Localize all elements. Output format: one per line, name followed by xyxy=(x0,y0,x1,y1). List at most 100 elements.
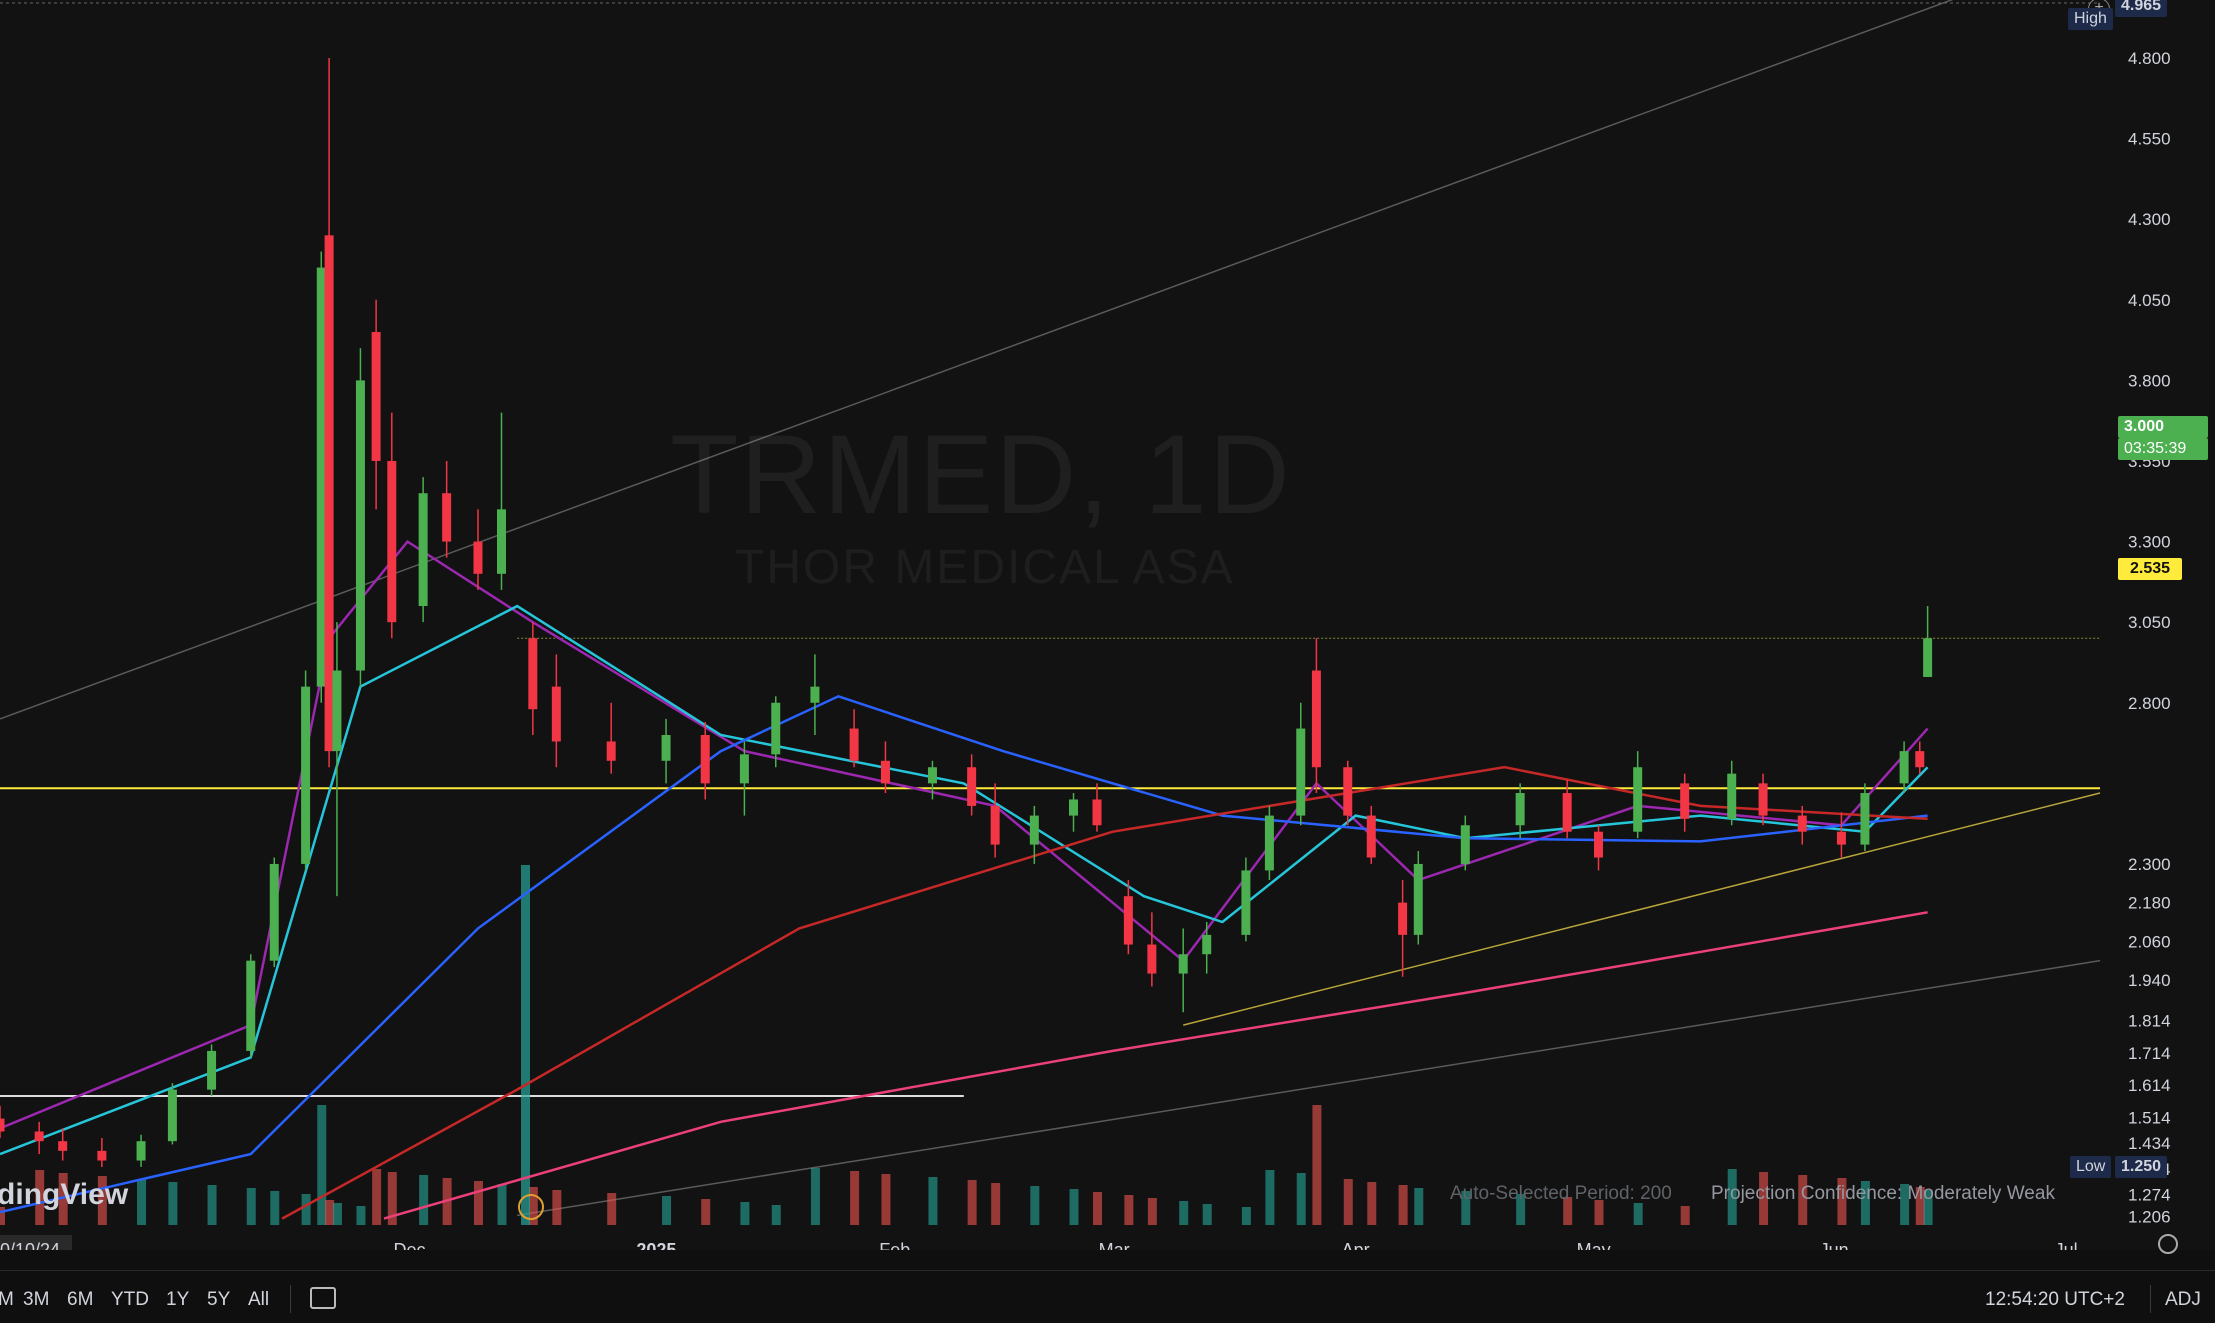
tradingview-logo: TradingView xyxy=(0,1178,129,1211)
candle-body xyxy=(1758,783,1768,816)
settings-gear-icon[interactable] xyxy=(2158,1234,2178,1254)
price-axis-label: 2.300 xyxy=(2128,855,2171,874)
candle-body xyxy=(1123,896,1133,945)
volume-bar xyxy=(497,1184,507,1225)
range-button-ytd[interactable]: YTD xyxy=(111,1289,149,1311)
volume-bar xyxy=(1030,1186,1040,1225)
volume-bar xyxy=(662,1196,672,1225)
candle-body xyxy=(1296,728,1306,816)
bottom-toolbar: M 3M 6M YTD 1Y 5Y All 12:54:20 UTC+2 ADJ xyxy=(0,1270,2215,1323)
candle-body xyxy=(1562,793,1572,832)
range-button-1m[interactable]: M xyxy=(0,1289,14,1311)
volume-bar xyxy=(356,1206,366,1225)
candle-body xyxy=(1680,783,1690,819)
time-axis-label: Apr xyxy=(1342,1240,1370,1250)
volume-bar xyxy=(325,1200,335,1225)
volume-bar xyxy=(1343,1179,1353,1225)
candle-body xyxy=(1836,831,1846,845)
candle-body xyxy=(849,728,859,761)
candle-body xyxy=(355,380,365,671)
volume-bar xyxy=(607,1193,617,1225)
price-axis-label: 1.206 xyxy=(2128,1208,2171,1227)
candle-body xyxy=(700,735,710,784)
candle-body xyxy=(1915,751,1925,768)
volume-bar xyxy=(881,1174,891,1225)
volume-bar xyxy=(332,1203,342,1225)
price-axis-label: 4.300 xyxy=(2128,210,2171,229)
candle-body xyxy=(1727,773,1737,819)
price-axis-label: 4.550 xyxy=(2128,130,2171,149)
candle-body xyxy=(1202,934,1212,955)
candle-body xyxy=(1069,799,1079,816)
watermark-company: THOR MEDICAL ASA xyxy=(735,541,1235,594)
candle-body xyxy=(1366,815,1376,858)
volume-bar xyxy=(473,1181,483,1225)
time-axis-label: Feb xyxy=(879,1240,910,1250)
candle-body xyxy=(1594,831,1604,858)
candle-body xyxy=(1515,793,1525,826)
date-range-picker-icon[interactable] xyxy=(310,1287,336,1309)
candle-body xyxy=(473,541,483,574)
candle-body xyxy=(551,686,561,742)
price-chart[interactable]: 4.8004.5504.3004.0503.8003.5503.3003.050… xyxy=(0,0,2215,1250)
price-axis-label: 1.274 xyxy=(2128,1186,2171,1205)
candle-body xyxy=(810,686,820,703)
volume-bar xyxy=(1124,1195,1134,1225)
candle-body xyxy=(34,1131,44,1142)
volume-bar xyxy=(1633,1203,1643,1225)
range-button-3m[interactable]: 3M xyxy=(23,1289,49,1311)
range-button-6m[interactable]: 6M xyxy=(67,1289,93,1311)
candle-body xyxy=(528,638,538,710)
volume-bar xyxy=(740,1202,750,1225)
volume-bar xyxy=(771,1205,781,1225)
volume-bar xyxy=(1093,1192,1103,1225)
candle-body xyxy=(739,754,749,784)
candle-body xyxy=(1092,799,1102,826)
chart-area[interactable]: 4.800 4.550 4.300 4.050 3.800 3.550 3.300 3.050… xyxy=(0,0,2215,1254)
range-button-5y[interactable]: 5Y xyxy=(207,1289,230,1311)
clock-time: 12:54:20 UTC+2 xyxy=(1985,1289,2125,1310)
range-button-all[interactable]: All xyxy=(248,1289,269,1311)
candle-body xyxy=(246,960,256,1051)
candle-body xyxy=(1413,863,1423,935)
candle-body xyxy=(136,1141,146,1161)
volume-bar xyxy=(317,1105,327,1225)
high-value: 4.965 xyxy=(2115,0,2168,17)
candle-body xyxy=(332,670,342,752)
adj-toggle-button[interactable]: ADJ xyxy=(2165,1289,2201,1311)
countdown-value: 03:35:39 xyxy=(2118,438,2208,460)
volume-bar xyxy=(1680,1206,1690,1225)
volume-bar xyxy=(1296,1173,1306,1225)
candle-body xyxy=(606,741,616,761)
volume-bar xyxy=(1265,1170,1275,1225)
candle-body xyxy=(967,767,977,806)
volume-bar xyxy=(270,1191,280,1225)
candle-body xyxy=(1029,815,1039,845)
price-axis-label: 2.800 xyxy=(2128,694,2171,713)
volume-bar xyxy=(301,1194,311,1225)
volume-bar xyxy=(372,1169,382,1225)
price-axis-label: 1.514 xyxy=(2128,1108,2171,1127)
candle-body xyxy=(1797,815,1807,832)
candle-body xyxy=(207,1050,217,1090)
candle-body xyxy=(1923,638,1933,677)
price-axis-label: 1.434 xyxy=(2128,1134,2171,1153)
candle-body xyxy=(269,863,279,961)
volume-bar xyxy=(419,1175,429,1225)
price-axis-label: 3.050 xyxy=(2128,613,2171,632)
candle-body xyxy=(1343,767,1353,816)
range-button-1y[interactable]: 1Y xyxy=(166,1289,189,1311)
projection-period-text: Auto-Selected Period: 200 xyxy=(1450,1183,1672,1204)
volume-bar xyxy=(246,1188,256,1225)
candle-body xyxy=(167,1089,177,1142)
candle-body xyxy=(771,702,781,755)
volume-bar xyxy=(810,1168,820,1225)
volume-bar xyxy=(701,1199,711,1225)
volume-bar xyxy=(552,1190,562,1225)
price-axis-label: 2.180 xyxy=(2128,894,2171,913)
candle-body xyxy=(387,460,397,623)
candle-body xyxy=(1633,767,1643,832)
volume-bar xyxy=(1147,1198,1157,1225)
volume-bar xyxy=(928,1177,938,1225)
volume-bar xyxy=(1179,1201,1189,1225)
